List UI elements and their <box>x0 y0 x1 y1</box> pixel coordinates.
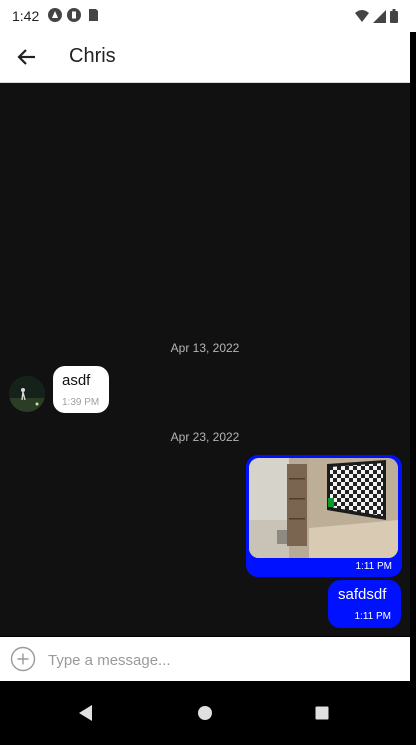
message-composer <box>0 637 410 681</box>
nav-home-button[interactable] <box>189 697 221 729</box>
nav-recents-button[interactable] <box>306 697 338 729</box>
back-button[interactable] <box>14 44 40 70</box>
conversation-title: Chris <box>69 45 116 67</box>
battery-icon <box>390 9 398 23</box>
avatar[interactable] <box>9 376 45 412</box>
back-icon <box>79 705 92 721</box>
status-bar: 1:42 <box>0 0 416 32</box>
system-navigation-bar <box>0 681 416 745</box>
date-separator: Apr 13, 2022 <box>170 341 240 355</box>
outgoing-image-bubble[interactable]: 1:11 PM <box>246 455 402 577</box>
add-circle-icon <box>10 646 36 672</box>
message-time: 1:11 PM <box>354 611 392 622</box>
recents-icon <box>315 706 329 720</box>
signal-icon <box>373 9 386 23</box>
status-system-icons <box>355 9 398 23</box>
nav-back-button[interactable] <box>70 697 102 729</box>
date-separator: Apr 23, 2022 <box>170 430 240 444</box>
wifi-icon <box>355 10 369 22</box>
message-photo[interactable] <box>249 458 398 558</box>
app-bar: Chris <box>0 32 410 83</box>
message-time: 1:11 PM <box>355 561 393 572</box>
outgoing-message-bubble[interactable]: safdsdf 1:11 PM <box>328 580 401 628</box>
message-time: 1:39 PM <box>62 397 100 408</box>
android-auto-icon <box>48 8 62 22</box>
room-photo-image <box>249 458 398 558</box>
attach-button[interactable] <box>10 646 36 672</box>
arrow-back-icon <box>17 49 35 65</box>
app-notification-icon <box>67 8 81 22</box>
message-input[interactable] <box>46 645 400 675</box>
status-notification-icons <box>48 8 100 22</box>
message-text: asdf <box>62 372 91 389</box>
incoming-message-bubble[interactable]: asdf 1:39 PM <box>53 366 109 413</box>
home-icon <box>198 706 212 720</box>
message-text: safdsdf <box>338 586 387 603</box>
status-time: 1:42 <box>12 8 40 24</box>
sd-card-icon <box>89 9 98 21</box>
avatar-image <box>9 376 45 412</box>
